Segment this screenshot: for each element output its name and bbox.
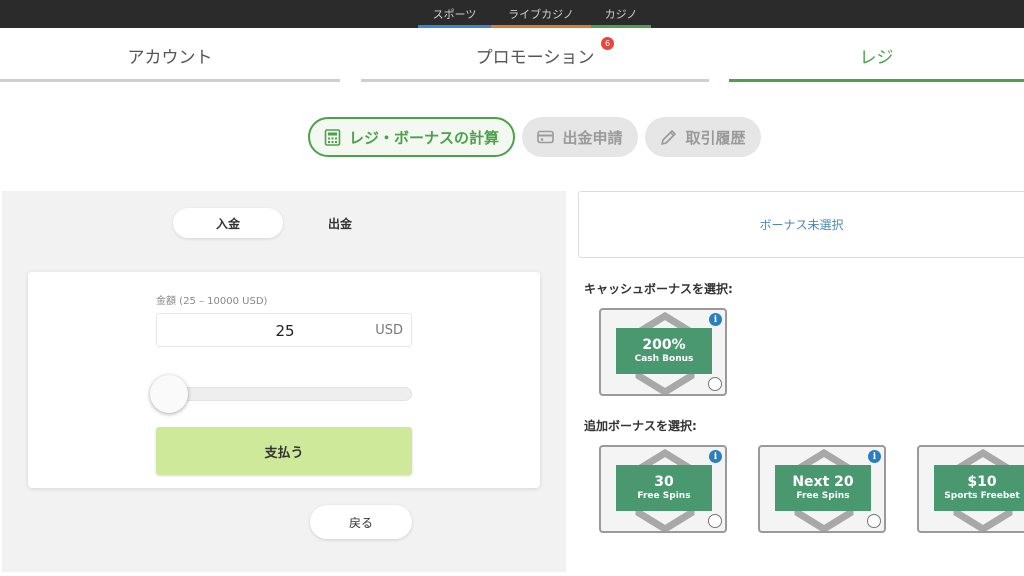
wallet-icon [537, 130, 555, 144]
bonus-radio[interactable] [708, 377, 722, 391]
amount-input[interactable]: 25 USD [156, 313, 412, 347]
tab-cashier-label: レジ [859, 47, 894, 68]
info-icon[interactable]: i [868, 450, 881, 463]
bonus-amount: 30 [654, 474, 674, 490]
calculator-icon [324, 128, 341, 146]
main-tabs: アカウント プロモーション 6 レジ [0, 28, 1024, 82]
amount-slider-handle[interactable] [150, 375, 188, 413]
tab-account-label: アカウント [127, 47, 213, 68]
subtab-withdraw-request[interactable]: 出金申請 [522, 117, 638, 157]
subtab-transaction-history[interactable]: 取引履歴 [645, 117, 761, 157]
currency-label: USD [375, 323, 403, 338]
deposit-panel: 入金 出金 金額 (25 – 10000 USD) 25 USD 支払う 戻る [2, 191, 566, 572]
tab-account-underline [0, 79, 340, 82]
bonus-banner: 200% Cash Bonus [616, 328, 712, 374]
tab-cashier[interactable]: レジ [729, 28, 1024, 82]
tab-promotions[interactable]: プロモーション 6 [361, 28, 709, 82]
subtab-bonus-calculator-label: レジ・ボーナスの計算 [348, 128, 499, 147]
top-nav-casino[interactable]: カジノ [591, 0, 651, 28]
bonus-banner: $10 Sports Freebet [934, 465, 1024, 511]
amount-slider-track[interactable] [156, 387, 412, 401]
top-bar: スポーツ ライブカジノ カジノ [0, 0, 1024, 28]
bonus-amount: $10 [967, 474, 997, 490]
bonus-card-free-spins-next-20[interactable]: Next 20 Free Spins i [758, 445, 886, 533]
tab-cashier-underline [729, 79, 1024, 82]
bonus-banner: 30 Free Spins [616, 465, 712, 511]
withdraw-toggle[interactable]: 出金 [285, 208, 395, 238]
subtab-withdraw-request-label: 出金申請 [562, 128, 623, 147]
amount-label: 金額 (25 – 10000 USD) [156, 296, 268, 307]
pay-button[interactable]: 支払う [156, 427, 412, 475]
deposit-card: 金額 (25 – 10000 USD) 25 USD 支払う [28, 272, 540, 488]
bonus-amount: 200% [642, 337, 686, 353]
no-bonus-text: ボーナス未選択 [759, 218, 844, 232]
top-nav-live-casino-label: ライブカジノ [508, 8, 574, 21]
top-nav-sports-label: スポーツ [432, 8, 477, 21]
deposit-toggle[interactable]: 入金 [173, 208, 283, 238]
bonus-card-cash-200[interactable]: 200% Cash Bonus i [599, 308, 727, 396]
top-nav-live-casino[interactable]: ライブカジノ [491, 0, 591, 28]
selected-bonus-box: ボーナス未選択 [578, 191, 1024, 258]
tab-promotions-label: プロモーション [475, 47, 595, 68]
bonus-radio[interactable] [708, 514, 722, 528]
back-button[interactable]: 戻る [310, 505, 412, 539]
bonus-radio[interactable] [867, 514, 881, 528]
bonus-banner: Next 20 Free Spins [775, 465, 871, 511]
info-icon[interactable]: i [709, 313, 722, 326]
bonus-type: Free Spins [796, 491, 850, 501]
bonus-type: Cash Bonus [634, 354, 694, 364]
bonus-card-sports-freebet[interactable]: $10 Sports Freebet [917, 445, 1024, 533]
subtab-bonus-calculator[interactable]: レジ・ボーナスの計算 [308, 117, 515, 157]
tab-promotions-underline [361, 79, 709, 82]
extra-bonus-heading: 追加ボーナスを選択: [584, 419, 697, 433]
bonus-card-free-spins-30[interactable]: 30 Free Spins i [599, 445, 727, 533]
bonus-type: Free Spins [637, 491, 691, 501]
top-nav: スポーツ ライブカジノ カジノ [418, 0, 651, 28]
top-nav-sports[interactable]: スポーツ [418, 0, 491, 28]
top-nav-casino-label: カジノ [604, 8, 638, 21]
pencil-icon [661, 129, 677, 145]
bonus-amount: Next 20 [792, 474, 854, 490]
promotions-count-badge: 6 [601, 37, 614, 50]
tab-account[interactable]: アカウント [0, 28, 340, 82]
bonus-type: Sports Freebet [944, 491, 1020, 501]
cash-bonus-heading: キャッシュボーナスを選択: [584, 282, 733, 296]
subtab-transaction-history-label: 取引履歴 [685, 128, 746, 147]
info-icon[interactable]: i [709, 450, 722, 463]
